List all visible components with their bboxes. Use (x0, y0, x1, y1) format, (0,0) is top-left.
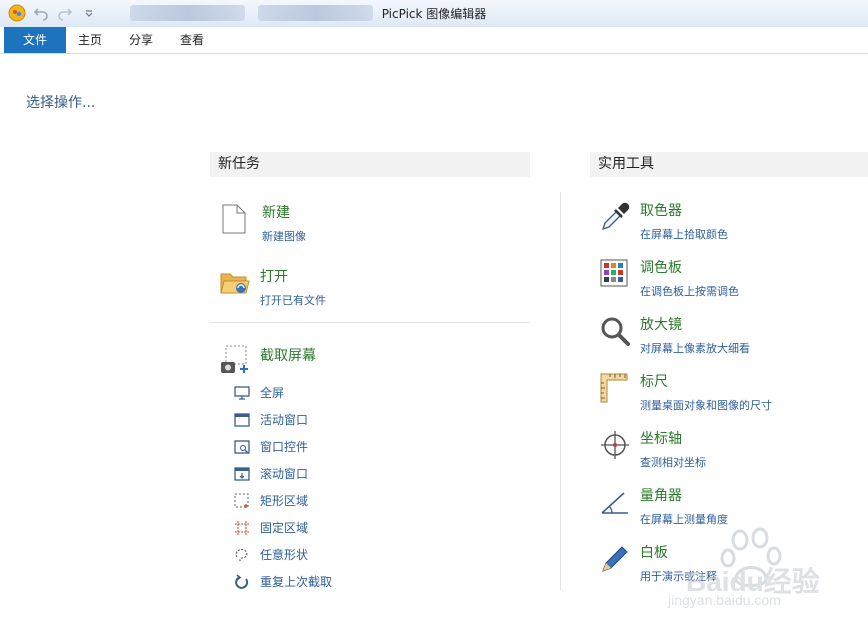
protractor-icon (600, 487, 630, 519)
tool-ruler-title: 标尺 (640, 374, 668, 390)
repeat-icon (234, 574, 250, 590)
tool-color-picker-desc: 在屏幕上拾取颜色 (640, 228, 728, 241)
open-file-item[interactable]: 打开 打开已有文件 (220, 268, 520, 308)
magnifier-icon (600, 316, 630, 348)
new-image-item[interactable]: 新建 新建图像 (222, 204, 522, 244)
open-title: 打开 (260, 269, 288, 285)
palette-grid-icon (600, 259, 630, 291)
tool-ruler[interactable]: 标尺 测量桌面对象和图像的尺寸 (600, 373, 860, 413)
open-folder-icon (220, 268, 250, 300)
window-control-icon (234, 439, 250, 455)
section-divider (210, 322, 530, 323)
capture-camera-icon (220, 345, 250, 377)
tool-color-picker-title: 取色器 (640, 203, 682, 219)
capture-screen-item[interactable]: 截取屏幕 (220, 345, 520, 377)
column-divider (560, 192, 561, 590)
capture-freehand-label: 任意形状 (260, 548, 309, 562)
tool-color-picker[interactable]: 取色器 在屏幕上拾取颜色 (600, 202, 860, 242)
menu-file[interactable]: 文件 (4, 27, 66, 53)
window-title: PicPick 图像编辑器 (381, 7, 487, 21)
tool-palette-desc: 在调色板上按需调色 (640, 285, 739, 298)
freehand-icon (234, 547, 250, 563)
open-desc: 打开已有文件 (260, 294, 326, 307)
monitor-icon (234, 385, 250, 401)
tool-palette[interactable]: 调色板 在调色板上按需调色 (600, 259, 860, 299)
capture-window-control-label: 窗口控件 (260, 440, 309, 454)
tool-protractor-title: 量角器 (640, 488, 682, 504)
new-desc: 新建图像 (262, 230, 306, 243)
window-icon (234, 412, 250, 428)
tool-ruler-desc: 测量桌面对象和图像的尺寸 (640, 399, 772, 412)
fixed-region-icon (234, 520, 250, 536)
capture-fullscreen-label: 全屏 (260, 386, 285, 400)
title-bar: PicPick 图像编辑器 (0, 0, 868, 28)
tool-crosshair-title: 坐标轴 (640, 431, 682, 447)
tool-magnifier-title: 放大镜 (640, 317, 682, 333)
menu-view[interactable]: 查看 (180, 27, 204, 53)
new-title: 新建 (262, 205, 290, 221)
tool-crosshair[interactable]: 坐标轴 查测相对坐标 (600, 430, 860, 470)
rectangle-select-icon (234, 493, 250, 509)
capture-repeat-last-label: 重复上次截取 (260, 575, 333, 589)
watermark-url: jingyan.baidu.com (668, 592, 781, 608)
tool-crosshair-desc: 查测相对坐标 (640, 456, 706, 469)
capture-fixed-region-label: 固定区域 (260, 521, 309, 535)
capture-title: 截取屏幕 (260, 348, 316, 364)
capture-active-window-label: 活动窗口 (260, 413, 309, 427)
tool-palette-title: 调色板 (640, 260, 682, 276)
menu-home[interactable]: 主页 (78, 27, 102, 53)
crosshair-icon (600, 430, 630, 462)
new-document-icon (222, 204, 252, 236)
pen-icon (600, 544, 630, 576)
capture-scrolling-window-label: 滚动窗口 (260, 467, 309, 481)
tools-header: 实用工具 (590, 152, 868, 177)
tool-magnifier-desc: 对屏幕上像素放大细看 (640, 342, 750, 355)
choose-action-prompt: 选择操作... (26, 95, 96, 111)
scroll-window-icon (234, 466, 250, 482)
ruler-icon (600, 373, 630, 405)
tool-magnifier[interactable]: 放大镜 对屏幕上像素放大细看 (600, 316, 860, 356)
baidu-watermark: Baidu经验 jingyan.baidu.com (628, 520, 838, 630)
menu-bar: 文件 主页 分享 查看 (0, 27, 868, 54)
new-tasks-header: 新任务 (210, 152, 530, 177)
eyedropper-icon (600, 202, 630, 234)
menu-share[interactable]: 分享 (129, 27, 153, 53)
capture-rectangle-region-label: 矩形区域 (260, 494, 309, 508)
